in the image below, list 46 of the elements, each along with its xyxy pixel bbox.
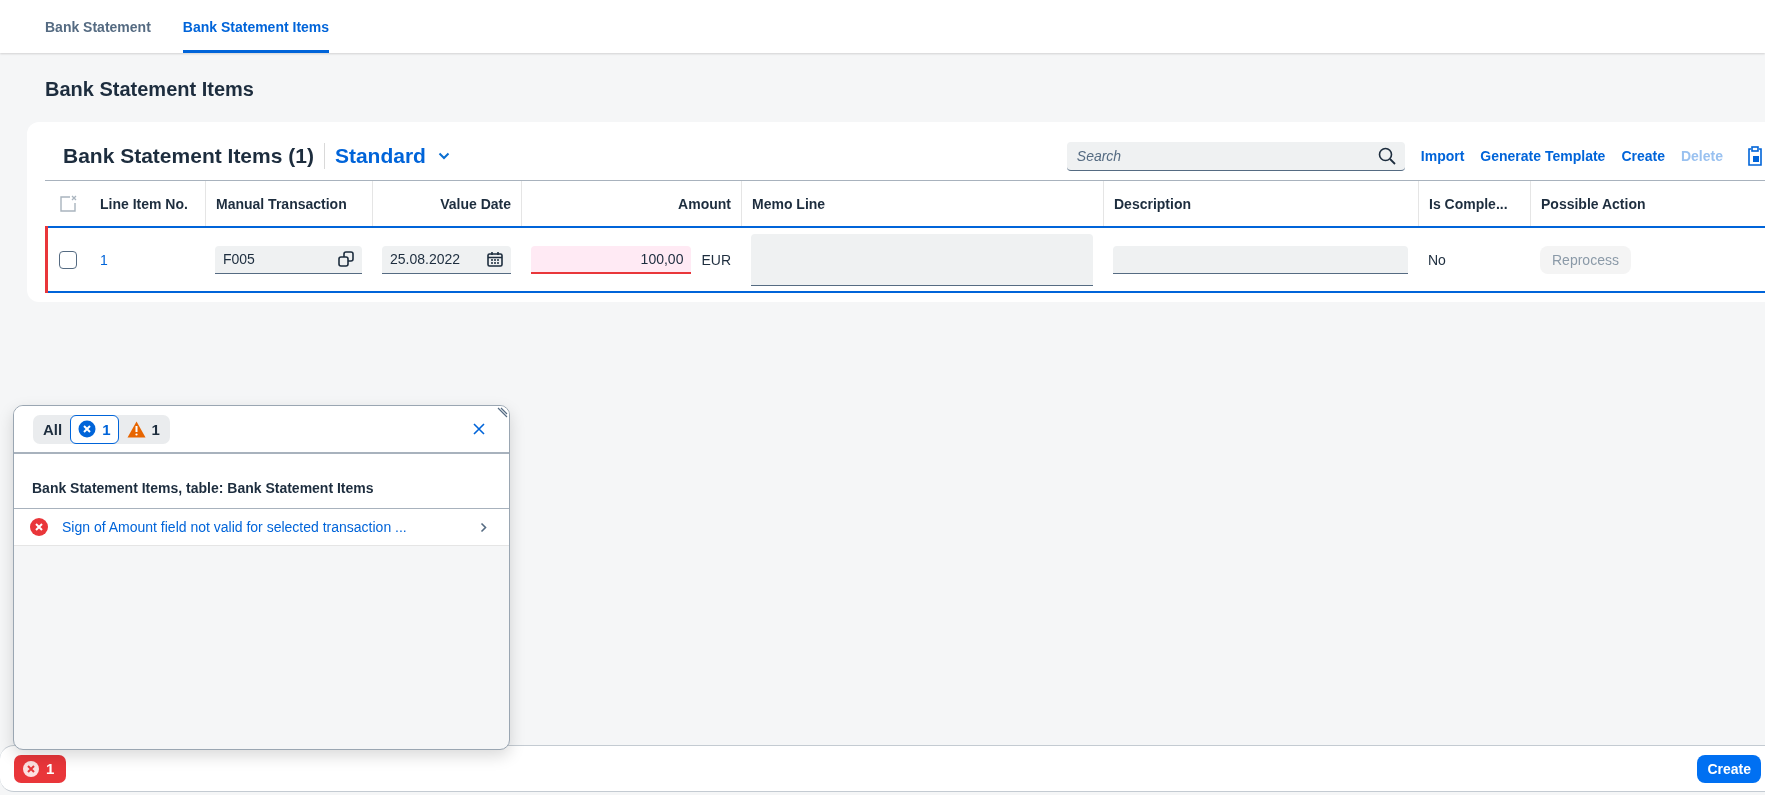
column-header: Line Item No.: [100, 195, 188, 212]
tab[interactable]: Bank Statement: [45, 0, 151, 53]
table-title: Bank Statement Items (1): [63, 144, 314, 168]
toolbar-button[interactable]: Create: [1621, 148, 1665, 164]
column-header: Description: [1114, 195, 1191, 212]
filter-button[interactable]: 1: [70, 414, 119, 444]
description-field[interactable]: [1113, 245, 1408, 274]
cell-text: No: [1428, 251, 1446, 268]
variant-selector[interactable]: Standard: [334, 144, 450, 168]
row-checkbox[interactable]: [59, 250, 77, 269]
filter-button[interactable]: 1: [118, 414, 168, 444]
error-icon: [78, 420, 97, 438]
page-title: Bank Statement Items: [44, 77, 255, 102]
calendar-icon[interactable]: [487, 251, 503, 267]
manual-transaction-field[interactable]: F005: [215, 245, 362, 274]
error-icon: [30, 518, 48, 536]
search-icon: [1377, 146, 1396, 165]
toolbar-button[interactable]: Generate Template: [1480, 148, 1606, 164]
resize-handle-icon[interactable]: [496, 407, 508, 419]
search-field[interactable]: Search: [1066, 141, 1405, 171]
column-header: Memo Line: [752, 195, 826, 212]
message-group-title: Bank Statement Items, table: Bank Statement Items: [14, 454, 509, 509]
currency-text: EUR: [701, 251, 731, 268]
line-item-link[interactable]: 1: [100, 251, 108, 268]
column-header: Amount: [678, 195, 731, 212]
message-button[interactable]: 1: [14, 754, 66, 783]
chevron-right-icon: [480, 521, 487, 533]
clipboard-icon[interactable]: [1747, 146, 1763, 166]
message-item[interactable]: Sign of Amount field not valid for selected transaction ...: [14, 509, 509, 546]
close-icon[interactable]: [473, 423, 485, 435]
message-text: Sign of Amount field not valid for selected transaction ...: [62, 519, 408, 535]
chevron-down-icon: [437, 152, 450, 160]
value-help-icon[interactable]: [338, 251, 354, 267]
tab[interactable]: Bank Statement Items: [182, 0, 330, 53]
column-header: Manual Transaction: [216, 195, 347, 212]
error-icon: [22, 759, 40, 778]
column-header: Value Date: [440, 195, 511, 212]
column-header: Is Comple...: [1429, 195, 1508, 212]
create-button[interactable]: Create: [1697, 754, 1761, 783]
memo-line-field[interactable]: [751, 233, 1093, 286]
column-header: Possible Action: [1541, 195, 1646, 212]
toolbar-button[interactable]: Import: [1420, 148, 1465, 164]
amount-field[interactable]: 100,00: [531, 245, 692, 274]
filter-button[interactable]: All: [35, 414, 71, 444]
warning-icon: [126, 420, 146, 438]
date-field[interactable]: 25.08.2022: [382, 245, 511, 274]
